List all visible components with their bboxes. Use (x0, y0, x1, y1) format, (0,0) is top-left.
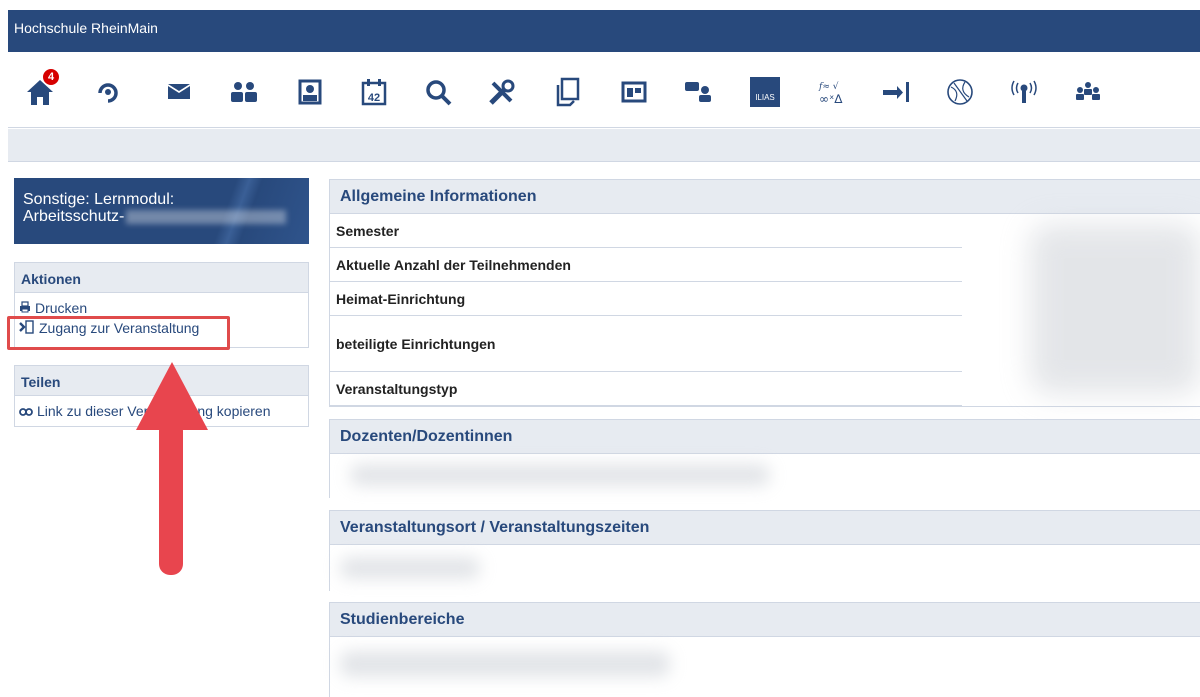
redacted-location (340, 557, 480, 579)
info-row-participants: Aktuelle Anzahl der Teilnehmenden (330, 248, 962, 282)
ilias-icon[interactable]: ILIAS (743, 70, 787, 114)
info-row-course-type: Veranstaltungstyp (330, 372, 962, 406)
link-icon (19, 403, 33, 419)
info-label: Veranstaltungstyp (336, 380, 458, 397)
logout-icon[interactable] (874, 70, 918, 114)
mail-icon[interactable] (157, 70, 201, 114)
course-title-box: Sonstige: Lernmodul: Arbeitsschutz- (14, 178, 309, 244)
lecturers-panel: Dozenten/Dozentinnen (329, 419, 1200, 498)
location-heading: Veranstaltungsort / Veranstaltungszeiten (330, 511, 1200, 545)
share-box: Teilen Link zu dieser Veranstaltung kopi… (14, 365, 309, 427)
redacted-lecturers (350, 464, 770, 486)
ilias-label: ILIAS (755, 93, 775, 102)
info-label: Semester (336, 222, 400, 239)
brand-name: Hochschule RheinMain (14, 20, 158, 36)
info-row-home-institution: Heimat-Einrichtung (330, 282, 962, 316)
tools-icon[interactable] (480, 70, 524, 114)
breadcrumb-bar (8, 129, 1200, 162)
icon-navigation: 4 42 ILIAS f≈ √ ∞ˣ∆ (8, 52, 1200, 128)
info-label: Heimat-Einrichtung (336, 290, 466, 307)
redacted-values (1030, 224, 1200, 394)
info-row-semester: Semester (330, 214, 962, 248)
svg-text:∞ˣ∆: ∞ˣ∆ (819, 92, 843, 106)
print-icon (19, 300, 31, 316)
study-areas-panel: Studienbereiche (329, 602, 1200, 697)
study-areas-heading: Studienbereiche (330, 603, 1200, 637)
info-row-institutions: beteiligte Einrichtungen (330, 316, 962, 372)
redacted-text (126, 209, 287, 224)
help-icon[interactable] (86, 70, 130, 114)
print-label: Drucken (35, 300, 88, 316)
search-icon[interactable] (416, 70, 460, 114)
notification-badge: 4 (42, 68, 60, 86)
info-label: beteiligte Einrichtungen (336, 335, 496, 352)
home-icon[interactable]: 4 (18, 68, 62, 114)
general-info-panel: Allgemeine Informationen Semester Aktuel… (329, 179, 1200, 407)
files-icon[interactable] (546, 70, 590, 114)
highlight-box (7, 316, 230, 350)
lecturers-heading: Dozenten/Dozentinnen (330, 420, 1200, 454)
share-heading: Teilen (15, 366, 308, 396)
actions-heading: Aktionen (15, 263, 308, 293)
info-label: Aktuelle Anzahl der Teilnehmenden (336, 256, 571, 273)
copy-link-action[interactable]: Link zu dieser Veranstaltung kopieren (19, 402, 304, 420)
courses-icon[interactable] (612, 70, 656, 114)
globe-icon[interactable] (938, 70, 982, 114)
calendar-number: 42 (368, 92, 380, 104)
general-info-heading: Allgemeine Informationen (330, 180, 1200, 214)
svg-text:f≈ √: f≈ √ (818, 81, 839, 92)
course-title-line2: Arbeitsschutz- (23, 208, 125, 225)
top-bar: Hochschule RheinMain (8, 10, 1200, 52)
calendar-icon[interactable]: 42 (352, 70, 396, 114)
formula-icon[interactable]: f≈ √ ∞ˣ∆ (808, 70, 852, 114)
print-action[interactable]: Drucken (19, 299, 304, 317)
chat-icon[interactable] (676, 70, 720, 114)
redacted-study-areas (340, 651, 670, 677)
course-title-line1: Sonstige: Lernmodul: (23, 191, 175, 208)
broadcast-icon[interactable] (1002, 70, 1046, 114)
copy-link-label: Link zu dieser Veranstaltung kopieren (37, 403, 271, 419)
groups-icon[interactable] (1066, 70, 1110, 114)
profile-icon[interactable] (288, 70, 332, 114)
community-icon[interactable] (222, 70, 266, 114)
location-panel: Veranstaltungsort / Veranstaltungszeiten (329, 510, 1200, 591)
